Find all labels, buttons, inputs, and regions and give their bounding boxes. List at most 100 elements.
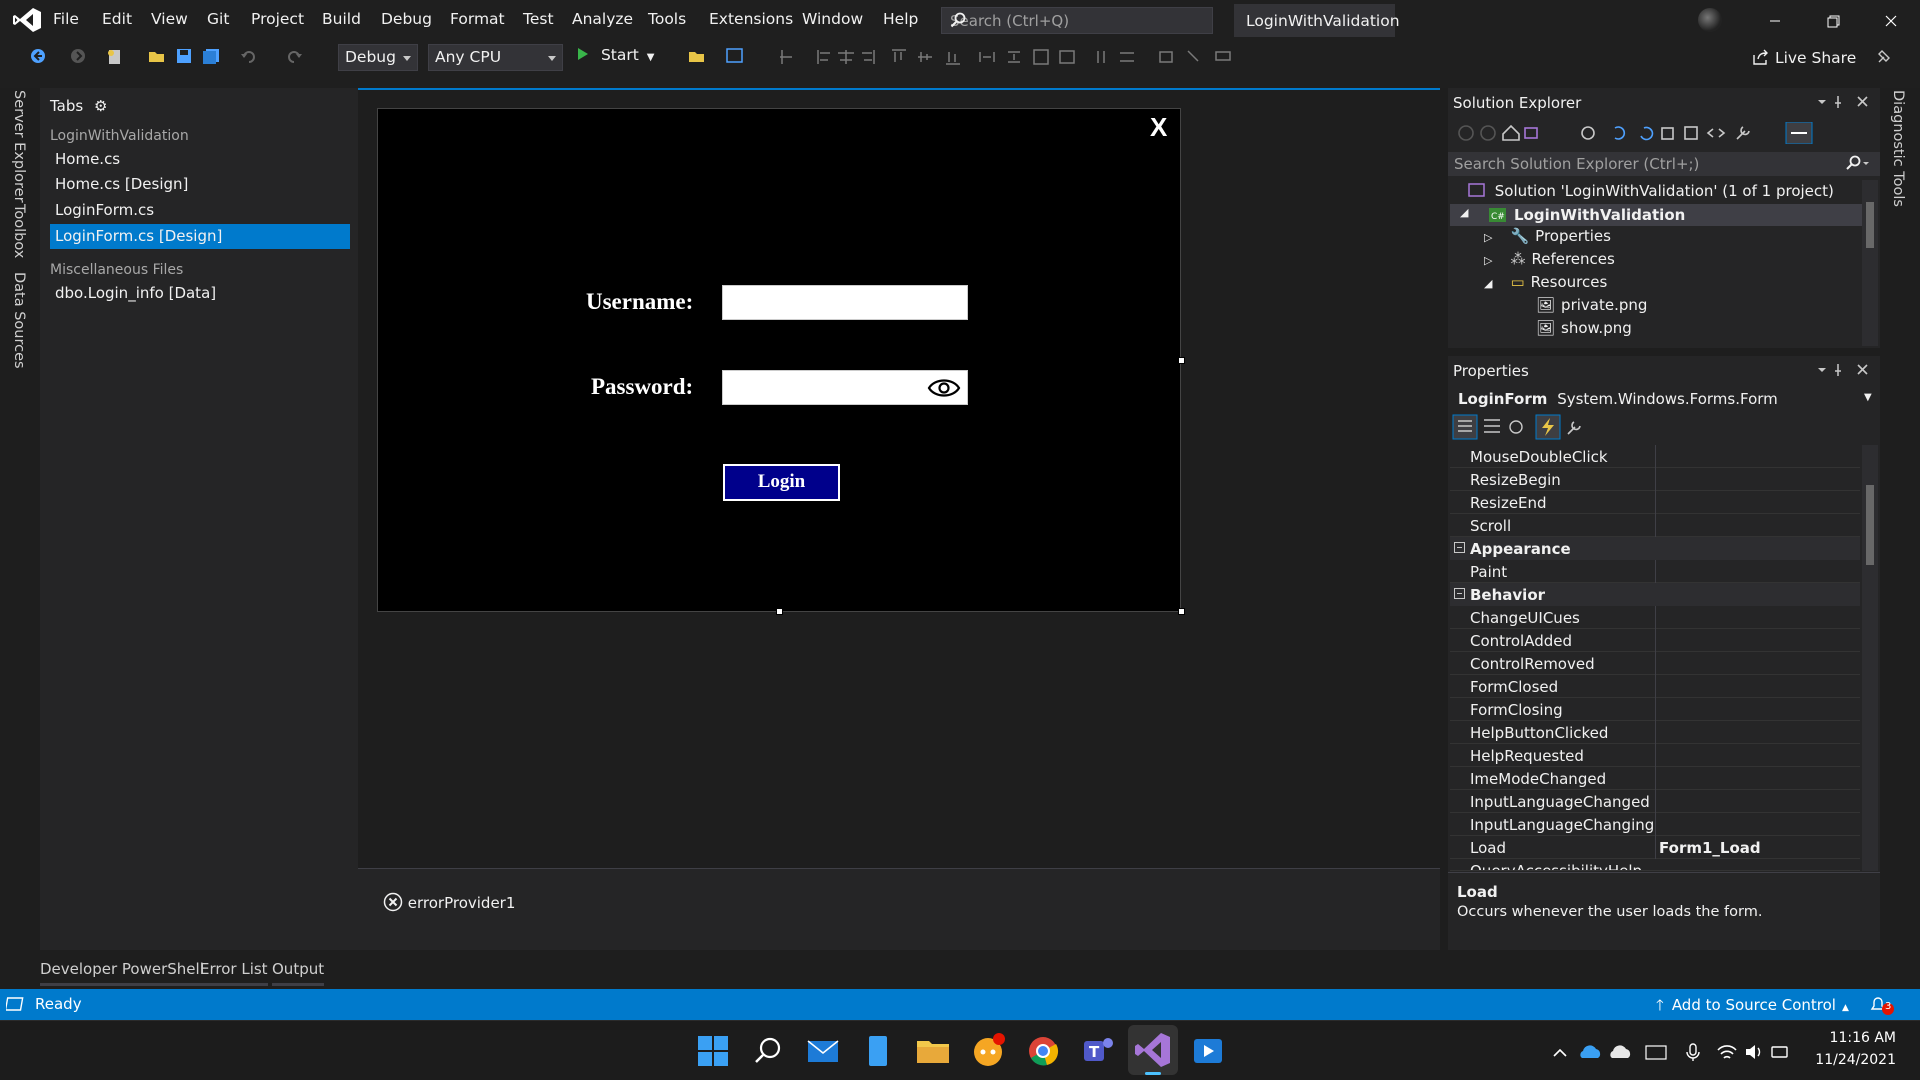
category-behavior[interactable]: Behavior <box>1450 583 1860 606</box>
data-sources-tab[interactable]: Data Sources <box>11 272 27 369</box>
event-row[interactable]: ChangeUICues <box>1450 606 1860 629</box>
open-file-icon[interactable] <box>148 48 166 64</box>
login-button[interactable]: Login <box>723 464 840 501</box>
event-row[interactable]: InputLanguageChanging <box>1450 813 1860 836</box>
start-menu-icon[interactable] <box>693 1031 733 1071</box>
event-row[interactable]: InputLanguageChanged <box>1450 790 1860 813</box>
search-icon[interactable] <box>1846 155 1870 171</box>
password-textbox[interactable] <box>722 370 968 405</box>
minimize-icon[interactable] <box>1752 6 1798 36</box>
clock-time[interactable]: 11:16 AM <box>1810 1030 1896 1046</box>
solution-platform-select[interactable]: Any CPU <box>428 44 563 71</box>
tab-developer-powershell[interactable]: Developer PowerShell <box>40 960 204 986</box>
eye-icon[interactable] <box>927 376 961 400</box>
undo-icon[interactable] <box>240 48 258 64</box>
search-input[interactable]: Search (Ctrl+Q) <box>941 7 1213 34</box>
panel-options-icons[interactable] <box>1814 94 1874 110</box>
layout-toolbar-icons[interactable] <box>780 48 1270 66</box>
solution-configuration-select[interactable]: Debug <box>338 44 418 71</box>
close-icon[interactable] <box>1868 6 1914 36</box>
redo-icon[interactable] <box>285 48 303 64</box>
password-label[interactable]: Password: <box>591 374 693 400</box>
menu-extensions[interactable]: Extensions <box>709 10 793 28</box>
diagnostic-tools-tab[interactable]: Diagnostic Tools <box>1890 90 1906 207</box>
scrollbar-thumb[interactable] <box>1866 202 1874 248</box>
resources-node[interactable]: ◢ ▭ Resources <box>1484 273 1607 295</box>
tab-home-design[interactable]: Home.cs [Design] <box>50 172 350 197</box>
login-form-preview[interactable] <box>377 108 1181 612</box>
tab-loginform-cs[interactable]: LoginForm.cs <box>50 198 350 223</box>
event-row[interactable]: FormClosing <box>1450 698 1860 721</box>
menu-build[interactable]: Build <box>322 10 361 28</box>
properties-toolbar-icons[interactable] <box>1452 414 1612 440</box>
menu-analyze[interactable]: Analyze <box>572 10 633 28</box>
navigate-forward-icon[interactable] <box>70 48 86 64</box>
tab-login-info-data[interactable]: dbo.Login_info [Data] <box>50 281 350 306</box>
menu-format[interactable]: Format <box>450 10 505 28</box>
server-explorer-tab[interactable]: Server Explorer <box>11 90 27 203</box>
visual-studio-taskbar-icon[interactable] <box>1128 1025 1178 1075</box>
tab-home-cs[interactable]: Home.cs <box>50 147 350 172</box>
menu-file[interactable]: File <box>53 10 79 28</box>
add-to-source-control-button[interactable]: 🡑 Add to Source Control ▲ <box>1656 995 1849 1020</box>
chrome-icon[interactable] <box>1023 1031 1063 1071</box>
menu-tools[interactable]: Tools <box>648 10 686 28</box>
gear-icon[interactable]: ⚙ <box>94 97 107 115</box>
event-row[interactable]: FormClosed <box>1450 675 1860 698</box>
notepad-icon[interactable] <box>858 1031 898 1071</box>
event-row[interactable]: ResizeEnd <box>1450 491 1860 514</box>
expanded-arrow-icon[interactable]: ◢ <box>1460 206 1468 219</box>
event-row[interactable]: ControlAdded <box>1450 629 1860 652</box>
username-label[interactable]: Username: <box>586 289 693 315</box>
discord-icon[interactable] <box>968 1031 1008 1071</box>
menu-help[interactable]: Help <box>883 10 918 28</box>
event-row-load[interactable]: Load Form1_Load <box>1450 836 1860 859</box>
solution-search-input[interactable]: Search Solution Explorer (Ctrl+;) <box>1448 152 1880 176</box>
event-row-partial[interactable]: QueryAccessibilityHelp <box>1450 859 1860 871</box>
project-node[interactable]: ◢ C# LoginWithValidation <box>1450 204 1862 226</box>
solution-explorer-scrollbar[interactable] <box>1862 180 1878 346</box>
menu-test[interactable]: Test <box>523 10 554 28</box>
event-handler-value[interactable]: Form1_Load <box>1659 839 1761 857</box>
mail-icon[interactable] <box>803 1031 843 1071</box>
resize-handle-corner[interactable] <box>1178 608 1185 615</box>
open-folder-icon[interactable] <box>688 48 706 64</box>
navigate-back-icon[interactable] <box>30 48 46 64</box>
search-icon[interactable] <box>748 1031 788 1071</box>
media-player-icon[interactable] <box>1188 1031 1228 1071</box>
properties-scrollbar[interactable] <box>1862 445 1878 871</box>
resource-file-show[interactable]: 🖼 show.png <box>1536 319 1632 341</box>
username-textbox[interactable] <box>722 285 968 320</box>
menu-project[interactable]: Project <box>251 10 304 28</box>
properties-object-selector[interactable]: LoginForm System.Windows.Forms.Form <box>1458 390 1778 408</box>
category-appearance[interactable]: Appearance <box>1450 537 1860 560</box>
avatar[interactable] <box>1698 8 1722 32</box>
chevron-down-icon[interactable]: ▼ <box>647 52 655 63</box>
chevron-down-icon[interactable]: ▼ <box>1864 392 1872 403</box>
event-row[interactable]: HelpRequested <box>1450 744 1860 767</box>
menu-window[interactable]: Window <box>802 10 863 28</box>
references-node[interactable]: ▷ ⁂ References <box>1484 250 1615 272</box>
event-row[interactable]: ImeModeChanged <box>1450 767 1860 790</box>
system-tray-icons[interactable] <box>1550 1040 1790 1064</box>
event-row[interactable]: HelpButtonClicked <box>1450 721 1860 744</box>
toolbox-tab[interactable]: Toolbox <box>11 204 27 258</box>
notifications-icon[interactable]: 3 <box>1868 994 1894 1016</box>
scrollbar-thumb[interactable] <box>1866 485 1874 565</box>
resize-handle-right[interactable] <box>1178 357 1185 364</box>
solution-node[interactable]: Solution 'LoginWithValidation' (1 of 1 p… <box>1468 182 1834 204</box>
live-share-button[interactable]: Live Share <box>1752 49 1856 67</box>
form-close-label[interactable]: X <box>1150 112 1167 143</box>
tab-loginform-design[interactable]: LoginForm.cs [Design] <box>50 224 350 249</box>
event-row[interactable]: Scroll <box>1450 514 1860 537</box>
tab-error-list[interactable]: Error List <box>200 960 268 986</box>
menu-debug[interactable]: Debug <box>381 10 432 28</box>
teams-icon[interactable]: T <box>1078 1031 1118 1071</box>
panel-options-icons[interactable] <box>1814 362 1874 378</box>
restore-icon[interactable] <box>1810 6 1856 36</box>
feedback-icon[interactable] <box>1876 48 1892 64</box>
clock-date[interactable]: 11/24/2021 <box>1810 1052 1896 1068</box>
resize-handle-bottom[interactable] <box>776 608 783 615</box>
event-row[interactable]: MouseDoubleClick <box>1450 445 1860 468</box>
start-debugging-button[interactable]: Start ▼ <box>576 46 654 70</box>
